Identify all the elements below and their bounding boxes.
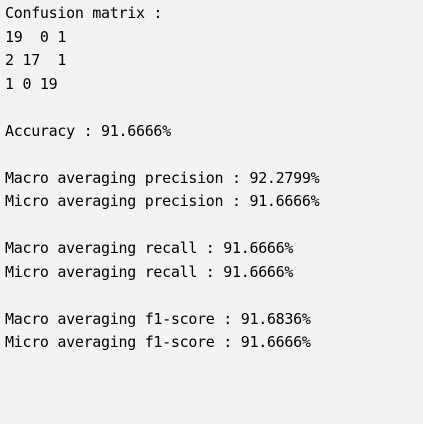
micro-recall-line: Micro averaging recall : 91.6666%: [5, 262, 294, 281]
macro-recall-line: Macro averaging recall : 91.6666%: [5, 239, 294, 257]
macro-precision-line: Macro averaging precision : 92.2799%: [5, 168, 320, 187]
matrix-row-2: 2 17 1: [5, 51, 67, 69]
confusion-matrix-label: Confusion matrix :: [5, 4, 163, 22]
macro-f1-line: Macro averaging f1-score : 91.6836%: [5, 309, 311, 328]
console-output: Confusion matrix : 19 0 1 2 17 1 1 0 19 …: [0, 0, 423, 424]
accuracy-line: Accuracy : 91.6666%: [5, 121, 171, 140]
micro-f1-line: Micro averaging f1-score : 91.6666%: [5, 333, 311, 351]
micro-precision-line: Micro averaging precision : 91.6666%: [5, 192, 320, 210]
matrix-row-3: 1 0 19: [5, 74, 58, 93]
matrix-row-1: 19 0 1: [5, 27, 67, 46]
